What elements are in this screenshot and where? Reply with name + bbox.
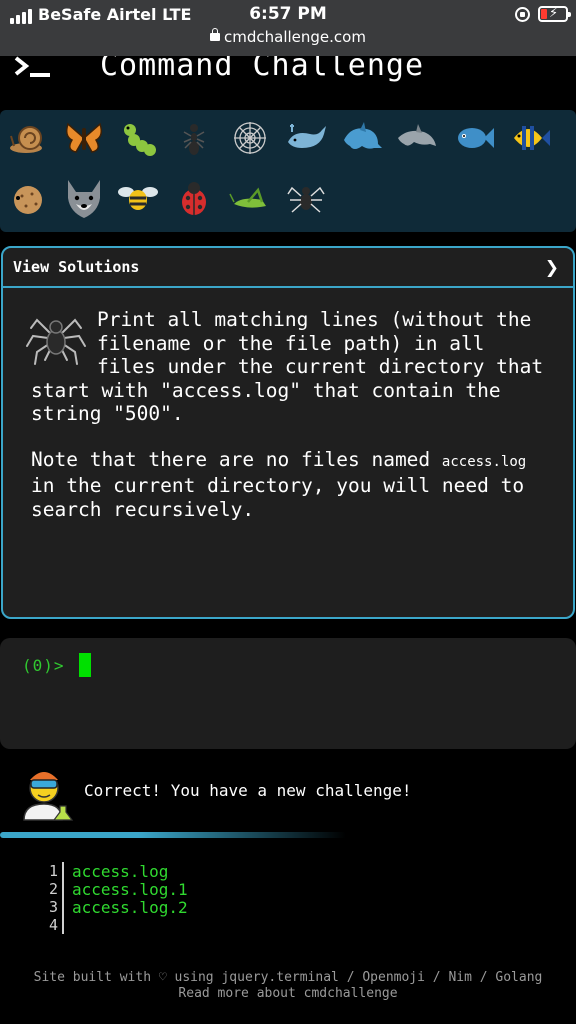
file-name: access.log bbox=[72, 861, 169, 881]
footer: Site built with ♡ using jquery.terminal … bbox=[0, 970, 576, 1002]
file-name: access.log.1 bbox=[72, 879, 188, 899]
challenge-text: Print all matching lines (without the fi… bbox=[31, 308, 544, 425]
result-text: Correct! You have a new challenge! bbox=[84, 781, 412, 800]
line-number: 2 bbox=[48, 880, 58, 898]
output-file-list: 1 access.log 2 access.log.1 3 access.log.2 … bbox=[40, 862, 188, 934]
terminal-logo-icon[interactable] bbox=[14, 56, 54, 82]
dolphin-gray-icon[interactable] bbox=[396, 116, 440, 160]
battery-icon: ⚡ bbox=[538, 6, 571, 22]
ladybug-icon[interactable] bbox=[172, 176, 216, 220]
challenge-description: Print all matching lines (without the fi… bbox=[26, 308, 551, 522]
address-bar[interactable]: cmdchallenge.com bbox=[0, 28, 576, 46]
cricket-icon[interactable] bbox=[228, 176, 272, 220]
bee-icon[interactable] bbox=[116, 176, 160, 220]
view-solutions-label: View Solutions bbox=[13, 258, 140, 276]
tropical-fish-icon[interactable] bbox=[508, 116, 552, 160]
status-right: ⚡ bbox=[515, 6, 571, 22]
list-item: 1 access.log bbox=[40, 861, 188, 881]
fish-icon[interactable] bbox=[452, 116, 496, 160]
url-text: cmdchallenge.com bbox=[224, 28, 366, 46]
terminal-input[interactable]: (0)> bbox=[0, 638, 576, 749]
list-item: 3 access.log.2 bbox=[40, 897, 188, 917]
line-number: 1 bbox=[48, 862, 58, 880]
butterfly-icon[interactable] bbox=[62, 116, 106, 160]
challenge-note: Note that there are no files named acces… bbox=[31, 448, 551, 522]
chevron-right-icon: ❯ bbox=[544, 258, 559, 278]
footer-credits[interactable]: Site built with ♡ using jquery.terminal … bbox=[0, 970, 576, 986]
list-item: 2 access.log.1 bbox=[40, 879, 188, 899]
wolf-icon[interactable] bbox=[62, 176, 106, 220]
snail-icon[interactable] bbox=[6, 116, 50, 160]
challenge-emoji-tray bbox=[0, 110, 576, 232]
blowfish-icon[interactable] bbox=[6, 176, 50, 220]
line-number: 4 bbox=[48, 916, 58, 934]
lock-icon bbox=[210, 28, 221, 41]
challenge-card: View Solutions ❯ Print all matching line… bbox=[1, 246, 575, 619]
line-number: 3 bbox=[48, 898, 58, 916]
file-name: access.log.2 bbox=[72, 897, 188, 917]
spider-web-icon[interactable] bbox=[228, 116, 272, 160]
terminal-prompt: (0)> bbox=[22, 656, 65, 675]
spider-small-icon[interactable] bbox=[284, 176, 328, 220]
scientist-icon bbox=[23, 772, 74, 821]
status-bar: BeSafe Airtel LTE 6:57 PM cmdchallenge.c… bbox=[0, 0, 576, 56]
note-text-post: in the current directory, you will need … bbox=[31, 474, 525, 521]
note-text-pre: Note that there are no files named bbox=[31, 447, 442, 471]
result-message-row: Correct! You have a new challenge! bbox=[0, 760, 576, 830]
page-title: Command Challenge bbox=[100, 56, 425, 83]
site-header: Command Challenge bbox=[0, 56, 576, 100]
whale-icon[interactable] bbox=[284, 116, 328, 160]
caterpillar-icon[interactable] bbox=[116, 116, 160, 160]
terminal-cursor[interactable] bbox=[79, 653, 91, 677]
clock: 6:57 PM bbox=[249, 4, 327, 24]
orientation-lock-icon bbox=[515, 6, 530, 22]
result-divider bbox=[0, 832, 346, 838]
footer-about-link[interactable]: Read more about cmdchallenge bbox=[0, 986, 576, 1002]
view-solutions-toggle[interactable]: View Solutions ❯ bbox=[3, 248, 573, 288]
spider-icon bbox=[26, 318, 86, 365]
note-code: access.log bbox=[441, 453, 527, 470]
dolphin-icon[interactable] bbox=[340, 116, 384, 160]
list-item: 4 bbox=[40, 916, 188, 934]
ant-icon[interactable] bbox=[172, 116, 216, 160]
